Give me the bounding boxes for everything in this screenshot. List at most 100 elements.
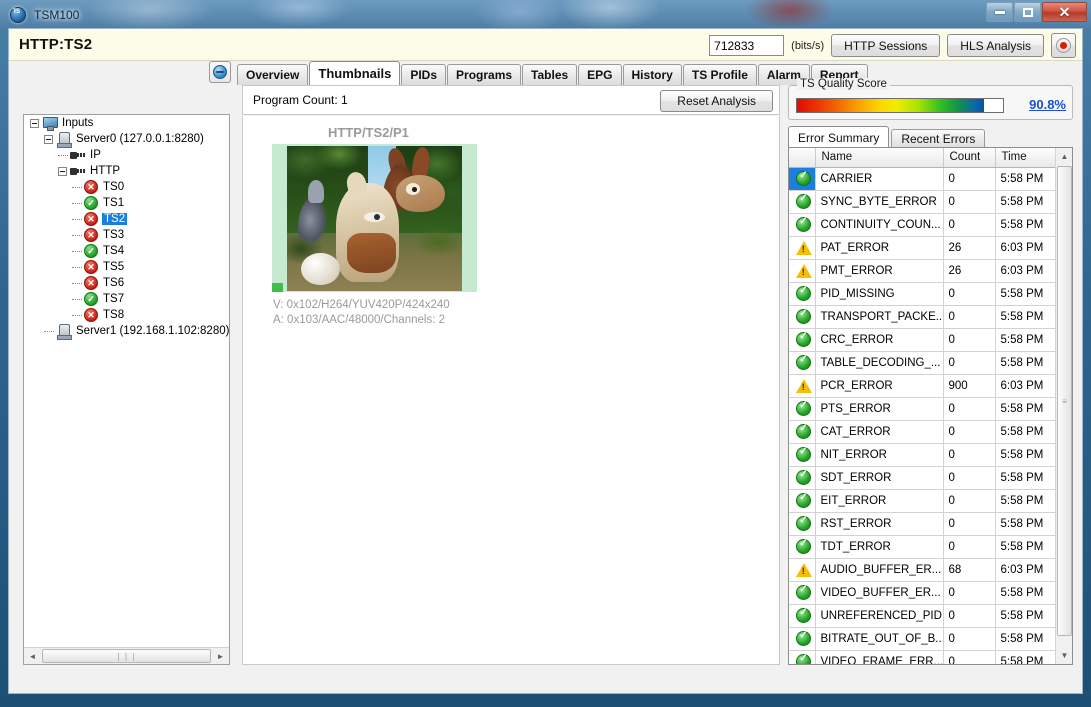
scroll-left-icon[interactable]: ◄ (24, 649, 41, 664)
server-icon (56, 324, 72, 338)
tree-expander-icon[interactable] (30, 119, 39, 128)
error-table-body: CARRIER05:58 PMSYNC_BYTE_ERROR05:58 PMCO… (789, 167, 1057, 665)
row-status-cell (789, 236, 815, 259)
table-row[interactable]: TDT_ERROR05:58 PM (789, 535, 1057, 558)
tab-ts-profile[interactable]: TS Profile (683, 64, 757, 85)
title-bar: TSM100 ✕ (0, 0, 1091, 30)
cell-count: 0 (943, 328, 995, 351)
cell-count: 0 (943, 604, 995, 627)
status-ok-icon (796, 332, 811, 347)
tree-node-label: TS5 (102, 261, 125, 273)
table-row[interactable]: TRANSPORT_PACKE...05:58 PM (789, 305, 1057, 328)
table-row[interactable]: VIDEO_BUFFER_ER...05:58 PM (789, 581, 1057, 604)
column-header-count[interactable]: Count (943, 148, 995, 167)
cell-time: 5:58 PM (995, 604, 1057, 627)
cell-time: 6:03 PM (995, 374, 1057, 397)
status-ok-icon (796, 401, 811, 416)
tree-node-label: TS1 (102, 197, 125, 209)
maximize-button[interactable] (1014, 2, 1041, 22)
tree-connector-line (72, 251, 82, 252)
cell-count: 68 (943, 558, 995, 581)
content-region: InputsServer0 (127.0.0.1:8280)IPHTTP✕TS0… (9, 85, 1082, 694)
tree-node-ts0[interactable]: ✕TS0 (24, 179, 229, 195)
tree-node-http[interactable]: HTTP (24, 163, 229, 179)
table-row[interactable]: PID_MISSING05:58 PM (789, 282, 1057, 305)
hls-analysis-button[interactable]: HLS Analysis (947, 34, 1044, 57)
table-row[interactable]: CONTINUITY_COUN...05:58 PM (789, 213, 1057, 236)
table-row[interactable]: UNREFERENCED_PID05:58 PM (789, 604, 1057, 627)
table-row[interactable]: VIDEO_FRAME_ERR...05:58 PM (789, 650, 1057, 665)
table-row[interactable]: EIT_ERROR05:58 PM (789, 489, 1057, 512)
error-scroll-thumb[interactable]: ≡ (1057, 166, 1072, 636)
table-row[interactable]: AUDIO_BUFFER_ER...686:03 PM (789, 558, 1057, 581)
table-row[interactable]: NIT_ERROR05:58 PM (789, 443, 1057, 466)
record-button[interactable] (1051, 33, 1076, 58)
close-button[interactable]: ✕ (1042, 2, 1087, 22)
tab-pids[interactable]: PIDs (401, 64, 446, 85)
table-row[interactable]: CRC_ERROR05:58 PM (789, 328, 1057, 351)
tree-node-ts1[interactable]: ✓TS1 (24, 195, 229, 211)
tree-node-ts3[interactable]: ✕TS3 (24, 227, 229, 243)
minimize-icon (995, 11, 1005, 14)
tab-history[interactable]: History (623, 64, 682, 85)
tree-node-ts6[interactable]: ✕TS6 (24, 275, 229, 291)
cell-name: NIT_ERROR (815, 443, 943, 466)
reset-analysis-button[interactable]: Reset Analysis (660, 90, 773, 112)
tree-horizontal-scrollbar[interactable]: ◄ ❘❘❘ ► (24, 647, 229, 664)
status-ok-icon (796, 470, 811, 485)
tree-node-ts5[interactable]: ✕TS5 (24, 259, 229, 275)
bitrate-input[interactable] (709, 35, 784, 56)
cell-name: CRC_ERROR (815, 328, 943, 351)
scroll-up-icon[interactable]: ▲ (1056, 148, 1073, 165)
record-dot (1060, 42, 1067, 49)
table-row[interactable]: BITRATE_OUT_OF_B...05:58 PM (789, 627, 1057, 650)
minimize-button[interactable] (986, 2, 1013, 22)
http-sessions-button[interactable]: HTTP Sessions (831, 34, 940, 57)
ts-quality-score-value[interactable]: 90.8% (1029, 97, 1066, 112)
tab-overview[interactable]: Overview (237, 64, 308, 85)
error-tab-recent-errors[interactable]: Recent Errors (891, 129, 985, 148)
status-ok-icon (796, 585, 811, 600)
tree-expander-icon[interactable] (44, 135, 53, 144)
table-row[interactable]: SDT_ERROR05:58 PM (789, 466, 1057, 489)
tree-node-server0[interactable]: Server0 (127.0.0.1:8280) (24, 131, 229, 147)
scroll-right-icon[interactable]: ► (212, 649, 229, 664)
tree-node-ts8[interactable]: ✕TS8 (24, 307, 229, 323)
table-row[interactable]: CARRIER05:58 PM (789, 167, 1057, 190)
tree-node-ts7[interactable]: ✓TS7 (24, 291, 229, 307)
scroll-down-icon[interactable]: ▼ (1056, 647, 1073, 664)
bitrate-units-label: (bits/s) (791, 40, 824, 52)
column-header-status[interactable] (789, 148, 815, 167)
column-header-time[interactable]: Time (995, 148, 1057, 167)
table-row[interactable]: SYNC_BYTE_ERROR05:58 PM (789, 190, 1057, 213)
thumbnail-chinchilla-ear (308, 180, 324, 203)
tree-node-ts2[interactable]: ✕TS2 (24, 211, 229, 227)
table-row[interactable]: RST_ERROR05:58 PM (789, 512, 1057, 535)
cell-count: 0 (943, 282, 995, 305)
program-thumbnail-frame[interactable] (272, 144, 477, 292)
table-row[interactable]: TABLE_DECODING_...05:58 PM (789, 351, 1057, 374)
tree-expander-icon[interactable] (58, 167, 67, 176)
table-row[interactable]: PCR_ERROR9006:03 PM (789, 374, 1057, 397)
cell-name: UNREFERENCED_PID (815, 604, 943, 627)
tree-scroll-thumb[interactable]: ❘❘❘ (42, 649, 211, 663)
error-tab-error-summary[interactable]: Error Summary (788, 126, 889, 148)
tab-programs[interactable]: Programs (447, 64, 521, 85)
cell-count: 0 (943, 420, 995, 443)
column-header-name[interactable]: Name (815, 148, 943, 167)
table-row[interactable]: CAT_ERROR05:58 PM (789, 420, 1057, 443)
tree-node-inputs[interactable]: Inputs (24, 115, 229, 131)
error-table-vertical-scrollbar[interactable]: ▲ ≡ ▼ (1055, 148, 1072, 664)
tab-epg[interactable]: EPG (578, 64, 621, 85)
table-row[interactable]: PMT_ERROR266:03 PM (789, 259, 1057, 282)
table-row[interactable]: PTS_ERROR05:58 PM (789, 397, 1057, 420)
tab-tables[interactable]: Tables (522, 64, 577, 85)
table-row[interactable]: PAT_ERROR266:03 PM (789, 236, 1057, 259)
tree-node-ip[interactable]: IP (24, 147, 229, 163)
tree-node-server1[interactable]: Server1 (192.168.1.102:8280) (24, 323, 229, 339)
status-error-icon: ✕ (84, 228, 98, 242)
globe-button[interactable] (209, 61, 231, 83)
tab-thumbnails[interactable]: Thumbnails (309, 61, 400, 85)
tree-node-ts4[interactable]: ✓TS4 (24, 243, 229, 259)
row-status-cell (789, 558, 815, 581)
